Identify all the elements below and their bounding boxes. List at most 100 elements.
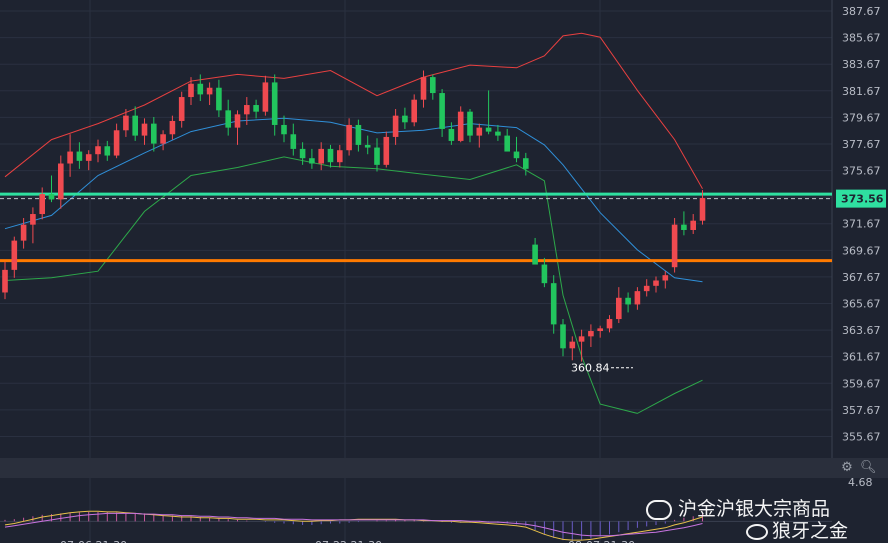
candle-body	[588, 331, 594, 337]
weibo-icon	[746, 523, 768, 540]
candle-body	[616, 297, 622, 320]
candle-body	[104, 146, 111, 156]
candle-body	[560, 324, 566, 349]
candle-body	[337, 150, 343, 163]
candle-body	[67, 151, 73, 164]
candle-body	[643, 285, 650, 292]
y-tick-label: 361.67	[842, 351, 881, 364]
candle-body	[132, 115, 138, 136]
candle-body	[11, 240, 18, 270]
macd-scale-label: 4.68	[848, 476, 873, 489]
candle-body	[85, 154, 92, 161]
candle-body	[392, 115, 399, 137]
candle-body	[653, 280, 659, 286]
candle-body	[476, 127, 483, 136]
candle-body	[30, 214, 36, 225]
y-tick-label: 369.67	[842, 244, 881, 257]
candle-body	[374, 147, 380, 165]
candle-body	[169, 120, 176, 135]
candle-body	[681, 224, 687, 230]
candle-body	[420, 77, 427, 100]
candle-body	[485, 127, 492, 132]
y-tick-label: 355.67	[842, 430, 881, 443]
y-tick-label: 363.67	[842, 324, 881, 337]
watermark-line2: 狼牙之金	[746, 516, 848, 543]
mid-band-line	[4, 117, 703, 283]
candlestick-chart[interactable]: 387.67 385.67 383.67 381.67 379.67 377.67 375.…	[0, 0, 888, 543]
candle-body	[504, 135, 510, 152]
current-price-tag-text: 373.56	[841, 193, 884, 206]
candle-body	[569, 341, 576, 349]
candle-body	[123, 115, 129, 131]
x-tick-label: 08-07 21:30	[568, 539, 635, 543]
candle-body	[541, 264, 548, 284]
candle-body	[513, 151, 520, 159]
y-tick-label: 377.67	[842, 138, 881, 151]
candle-body	[58, 163, 64, 200]
candle-body	[699, 198, 706, 221]
candle-body	[20, 224, 27, 241]
gear-icon[interactable]: ⚙	[840, 461, 854, 475]
candle-body	[606, 319, 613, 329]
candle-body	[151, 123, 157, 144]
candle-body	[550, 283, 557, 325]
candle-body	[532, 244, 538, 265]
candle-body	[95, 146, 101, 155]
candle-body	[188, 83, 194, 98]
candle-body	[383, 136, 390, 165]
candle-body	[402, 115, 408, 123]
candle-body	[467, 111, 473, 136]
candle-body	[634, 291, 641, 305]
candle-body	[355, 124, 362, 145]
candle-body	[523, 158, 529, 169]
x-tick-label: 07-22 21:30	[315, 539, 382, 543]
y-tick-label: 371.67	[842, 218, 881, 231]
candle-body	[411, 99, 417, 123]
y-tick-label: 365.67	[842, 298, 881, 311]
candle-body	[234, 114, 241, 128]
candle-body	[364, 144, 371, 148]
candle-body	[244, 105, 250, 115]
y-tick-label: 357.67	[842, 404, 881, 417]
candle-body	[327, 148, 334, 163]
y-tick-label: 375.67	[842, 165, 881, 178]
candle-body	[597, 328, 603, 332]
candle-body	[216, 87, 222, 111]
candle-body	[690, 220, 696, 230]
y-tick-label: 383.67	[842, 58, 881, 71]
candle-body	[39, 194, 45, 215]
chart-root: 387.67 385.67 383.67 381.67 379.67 377.67 375.…	[0, 0, 888, 543]
candle-body	[178, 97, 185, 121]
candle-body	[671, 224, 678, 268]
magnifier-icon[interactable]: 🔍︎	[860, 461, 877, 475]
candle-body	[578, 336, 585, 342]
candle-body	[262, 82, 269, 112]
low-annotation-label: 360.84	[571, 362, 610, 375]
panel-divider	[0, 458, 888, 478]
y-tick-label: 359.67	[842, 377, 881, 390]
candle-body	[439, 93, 445, 129]
candle-body	[160, 134, 166, 144]
candle-body	[197, 83, 204, 95]
x-tick-label: 07-06 21:30	[60, 539, 127, 543]
y-tick-label: 387.67	[842, 5, 881, 18]
upper-band-line	[4, 32, 703, 190]
candle-body	[271, 82, 278, 125]
candle-body	[48, 194, 55, 200]
candle-body	[281, 124, 287, 135]
candle-body	[495, 131, 501, 136]
candle-body	[318, 148, 324, 164]
candle-body	[448, 128, 455, 141]
candle-body	[457, 111, 464, 141]
candle-body	[206, 87, 213, 95]
wechat-icon	[646, 499, 672, 520]
candle-body	[225, 110, 231, 128]
y-tick-label: 367.67	[842, 271, 881, 284]
candle-body	[253, 105, 259, 112]
candle-body	[76, 151, 83, 161]
watermark-text-2: 狼牙之金	[772, 520, 849, 542]
candle-body	[309, 158, 315, 164]
candle-body	[625, 297, 631, 305]
candle-body	[2, 269, 8, 293]
candle-body	[346, 124, 352, 151]
